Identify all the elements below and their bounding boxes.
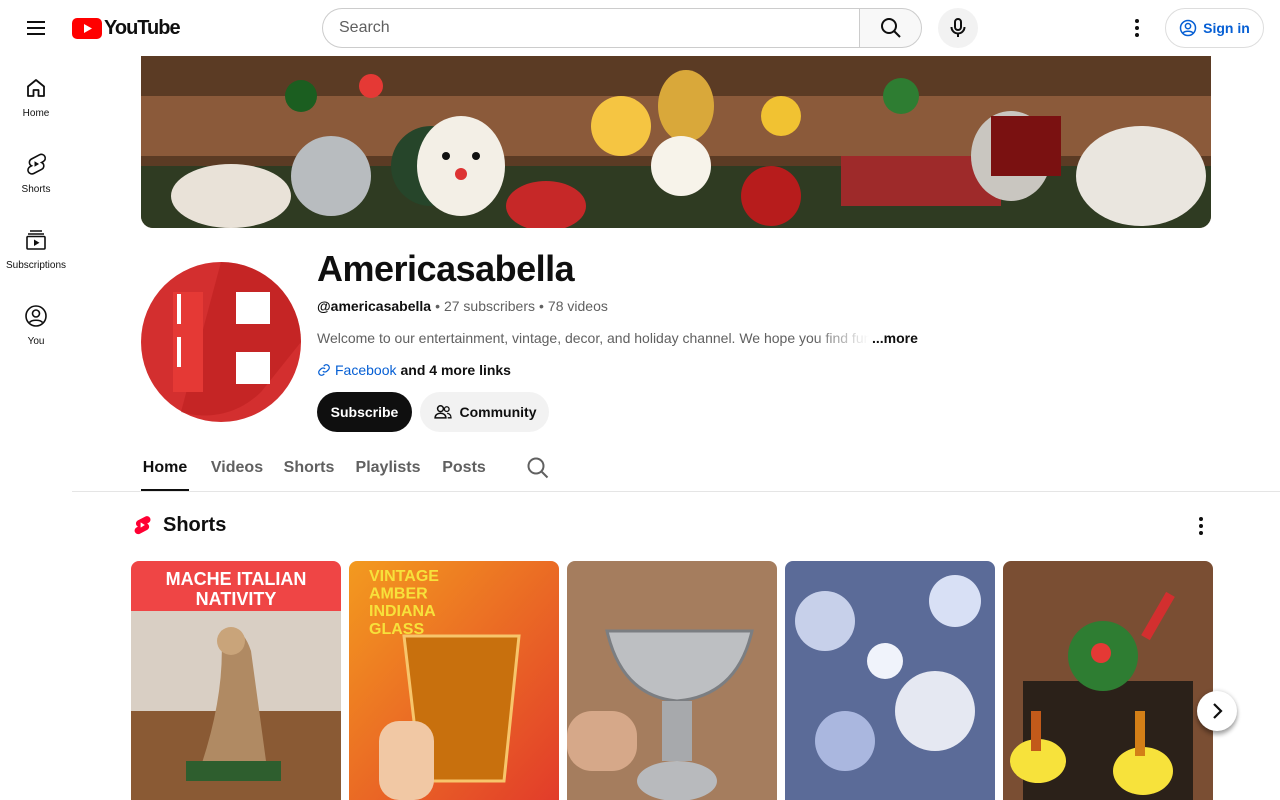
short-thumbnail-image — [1003, 561, 1213, 800]
account-circle-icon — [25, 305, 47, 327]
youtube-logo-text: YouTube — [104, 16, 181, 39]
guide-item-you[interactable]: You — [0, 284, 72, 360]
guide-label-shorts: Shorts — [21, 184, 51, 195]
hamburger-menu-icon — [27, 21, 45, 35]
youtube-logo[interactable]: YouTube — [72, 16, 181, 39]
search-button[interactable] — [859, 8, 922, 48]
channel-name: Americasabella — [317, 248, 575, 289]
youtube-play-logo-icon — [72, 17, 102, 39]
channel-links: Facebook and 4 more links — [317, 362, 511, 378]
tab-posts[interactable]: Posts — [442, 444, 486, 491]
microphone-icon — [950, 18, 966, 37]
short-thumbnail[interactable] — [785, 561, 995, 800]
people-icon — [433, 405, 452, 419]
guide-label-home: Home — [22, 108, 50, 119]
short-thumbnail[interactable] — [1003, 561, 1213, 800]
meta-separator: • — [539, 298, 544, 314]
short-thumbnail-image — [785, 561, 995, 800]
search-icon — [527, 457, 549, 479]
shorts-logo-icon — [134, 516, 151, 535]
guide-item-subscriptions[interactable]: Subscriptions — [0, 208, 72, 284]
link-icon — [318, 364, 330, 376]
guide-item-shorts[interactable]: Shorts — [0, 132, 72, 208]
subscribe-button[interactable]: Subscribe — [317, 392, 412, 432]
meta-separator: • — [435, 298, 440, 314]
short-thumbnail-image: MACHE ITALIAN NATIVITY — [131, 561, 341, 800]
shelf-next-button[interactable] — [1197, 691, 1237, 731]
short-thumbnail[interactable]: VINTAGE AMBER INDIANA GLASS — [349, 561, 559, 800]
settings-more-button[interactable] — [1117, 8, 1157, 48]
shorts-icon — [27, 153, 47, 175]
video-count: 78 videos — [547, 298, 608, 314]
search-box — [322, 8, 922, 48]
short-thumbnail[interactable] — [567, 561, 777, 800]
channel-meta: @americasabella • 27 subscribers • 78 vi… — [317, 298, 608, 314]
chevron-right-icon — [1213, 703, 1223, 719]
short-thumbnail[interactable]: MACHE ITALIAN NATIVITY — [131, 561, 341, 800]
home-icon — [27, 79, 45, 97]
description-text: Welcome to our entertainment, vintage, d… — [317, 330, 869, 346]
channel-search-button[interactable] — [526, 456, 550, 480]
facebook-link[interactable]: Facebook — [335, 362, 396, 378]
shorts-shelf-header: Shorts — [131, 513, 226, 537]
search-input[interactable] — [322, 8, 859, 48]
tab-home[interactable]: Home — [141, 444, 189, 491]
channel-description[interactable]: Welcome to our entertainment, vintage, d… — [317, 330, 918, 346]
guide-label-subscriptions: Subscriptions — [5, 260, 67, 271]
banner-image — [141, 56, 1211, 228]
more-vert-icon — [1199, 517, 1203, 535]
channel-banner — [141, 56, 1211, 228]
more-vert-icon — [1135, 19, 1139, 37]
channel-handle: @americasabella — [317, 298, 432, 314]
shorts-shelf-title: Shorts — [163, 513, 227, 536]
channel-avatar[interactable] — [141, 262, 301, 422]
guide-item-home[interactable]: Home — [0, 56, 72, 132]
guide-label-you: You — [27, 336, 45, 347]
masthead: YouTube Sign in — [0, 0, 1280, 56]
mini-guide: Home Shorts Subscriptions You — [0, 56, 72, 360]
short-thumbnail-image — [567, 561, 777, 800]
description-more-button[interactable]: ...more — [872, 330, 918, 346]
sign-in-button[interactable]: Sign in — [1165, 8, 1264, 48]
short-thumbnail-image: VINTAGE AMBER INDIANA GLASS — [349, 561, 559, 800]
search-icon — [880, 18, 901, 38]
tab-playlists[interactable]: Playlists — [356, 444, 421, 491]
tabs-divider — [72, 491, 1280, 492]
voice-search-button[interactable] — [938, 8, 978, 48]
shelf-more-button[interactable] — [1189, 514, 1213, 538]
account-circle-icon — [1179, 19, 1197, 37]
guide-menu-button[interactable] — [16, 8, 56, 48]
sign-in-label: Sign in — [1203, 20, 1250, 36]
channel-logo-image — [141, 262, 301, 422]
subscriptions-icon — [26, 230, 46, 250]
community-button[interactable]: Community — [420, 392, 549, 432]
more-links-button[interactable]: and 4 more links — [400, 362, 510, 378]
tab-videos[interactable]: Videos — [211, 444, 263, 491]
channel-tabs: Home Videos Shorts Playlists Posts — [141, 444, 486, 491]
subscriber-count: 27 subscribers — [443, 298, 536, 314]
tab-shorts[interactable]: Shorts — [284, 444, 335, 491]
community-label: Community — [459, 404, 537, 420]
